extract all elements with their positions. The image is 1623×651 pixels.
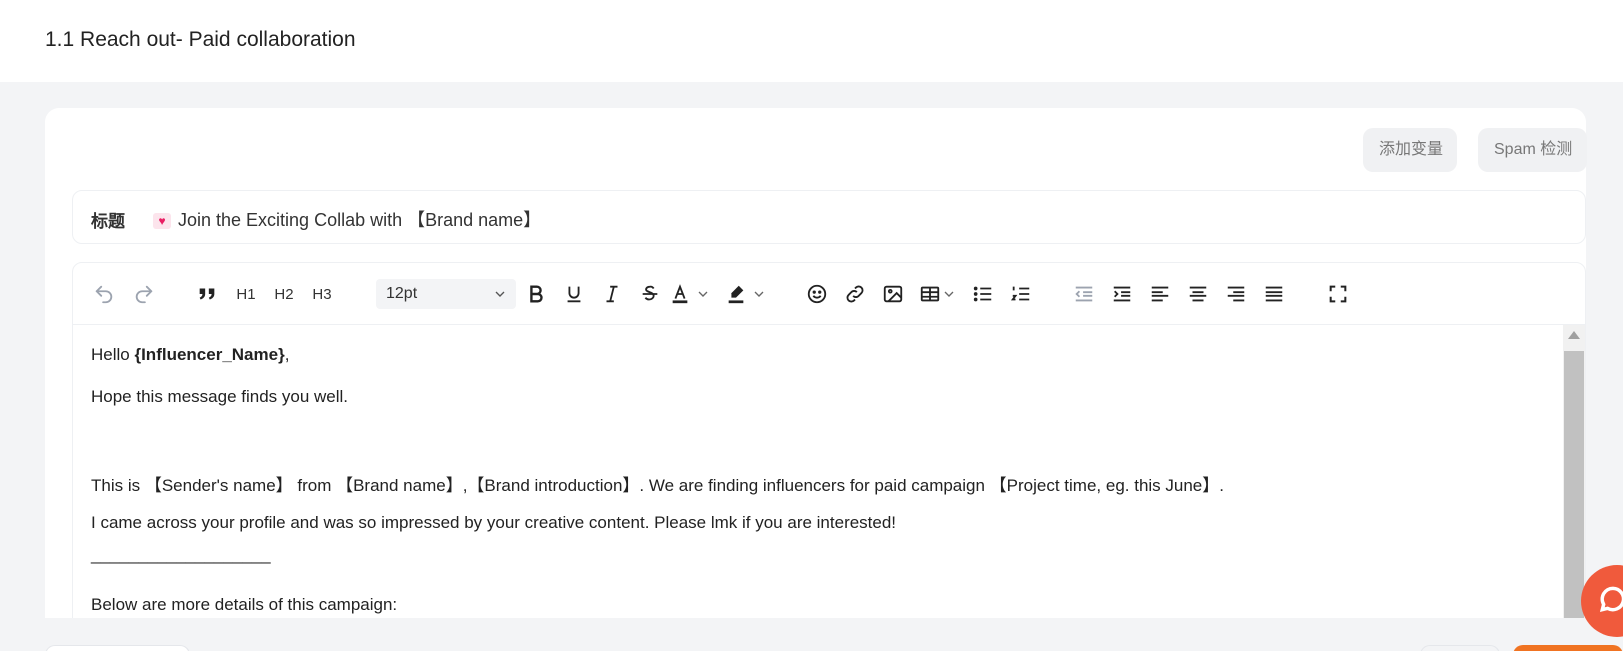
bullet-list-icon[interactable]: [970, 279, 996, 309]
email-template-card: 添加变量 Spam 检测 标题 ♥ Join the Exciting Colla…: [45, 108, 1587, 651]
body-line: Hope this message finds you well.: [91, 387, 349, 406]
subject-input[interactable]: ♥ Join the Exciting Collab with 【Brand na…: [153, 206, 541, 232]
table-icon[interactable]: [917, 279, 943, 309]
image-icon[interactable]: [880, 279, 906, 309]
editor-toolbar: H1 H2 H3 12pt: [73, 263, 1585, 325]
font-size-select[interactable]: 12pt: [376, 279, 516, 309]
italic-icon[interactable]: [599, 279, 625, 309]
footer-card-edge: [45, 645, 190, 651]
align-left-icon[interactable]: [1147, 279, 1173, 309]
page-title: 1.1 Reach out- Paid collaboration: [45, 28, 356, 51]
editor-body[interactable]: Hello {Influencer_Name}, Hope this messa…: [73, 325, 1585, 651]
chevron-down-icon: [492, 279, 508, 320]
page-header: 1.1 Reach out- Paid collaboration: [0, 0, 1623, 82]
footer-area: [0, 618, 1623, 651]
emoji-icon[interactable]: [804, 279, 830, 309]
undo-icon[interactable]: [91, 279, 117, 309]
underline-icon[interactable]: [561, 279, 587, 309]
heading-2-button[interactable]: H2: [271, 279, 297, 309]
link-icon[interactable]: [842, 279, 868, 309]
divider-line: ___________________: [91, 545, 271, 564]
subject-text: Join the Exciting Collab with 【Brand nam…: [178, 210, 542, 230]
blockquote-icon[interactable]: [194, 279, 220, 309]
strikethrough-icon[interactable]: [637, 279, 663, 309]
body-line: This is 【Sender's name】 from 【Brand name…: [91, 476, 1224, 495]
spam-check-button[interactable]: Spam 检测: [1478, 128, 1587, 172]
rich-text-editor: H1 H2 H3 12pt Hello {Influencer_Name}, H…: [72, 262, 1586, 651]
font-size-value: 12pt: [386, 285, 418, 302]
text-color-icon[interactable]: [667, 279, 693, 309]
heading-3-button[interactable]: H3: [309, 279, 335, 309]
bold-icon[interactable]: [523, 279, 549, 309]
chevron-down-icon[interactable]: [751, 279, 767, 309]
align-center-icon[interactable]: [1185, 279, 1211, 309]
love-letter-icon: ♥: [153, 213, 171, 229]
add-variable-button[interactable]: 添加变量: [1363, 128, 1457, 172]
greeting-suffix: ,: [284, 345, 290, 364]
footer-primary-button[interactable]: [1513, 645, 1623, 651]
indent-icon[interactable]: [1109, 279, 1135, 309]
align-right-icon[interactable]: [1223, 279, 1249, 309]
greeting-prefix: Hello: [91, 345, 135, 364]
numbered-list-icon[interactable]: [1008, 279, 1034, 309]
chevron-down-icon[interactable]: [695, 279, 711, 309]
scroll-up-arrow-icon[interactable]: [1568, 331, 1580, 339]
subject-field[interactable]: 标题 ♥ Join the Exciting Collab with 【Brand…: [72, 190, 1586, 244]
greeting-line: Hello {Influencer_Name},: [91, 345, 289, 365]
subject-label: 标题: [91, 212, 125, 231]
fullscreen-icon[interactable]: [1325, 279, 1351, 309]
redo-icon[interactable]: [131, 279, 157, 309]
body-line: I came across your profile and was so im…: [91, 513, 897, 532]
chevron-down-icon[interactable]: [941, 279, 957, 309]
chat-icon: [1597, 583, 1623, 620]
outdent-icon[interactable]: [1071, 279, 1097, 309]
heading-1-button[interactable]: H1: [233, 279, 259, 309]
body-line: Below are more details of this campaign:: [91, 595, 398, 614]
align-justify-icon[interactable]: [1261, 279, 1287, 309]
influencer-name-variable: {Influencer_Name}: [134, 345, 285, 364]
footer-secondary-button[interactable]: [1420, 645, 1500, 651]
highlight-color-icon[interactable]: [723, 279, 749, 309]
